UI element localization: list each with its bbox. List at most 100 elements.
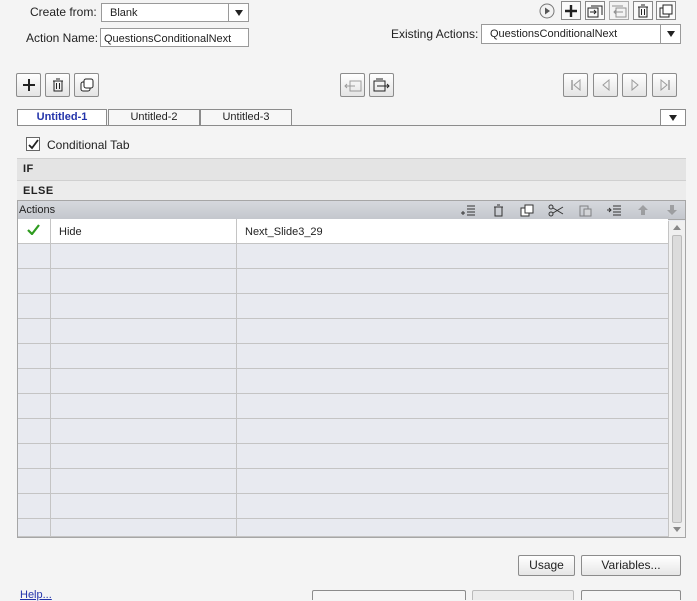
table-row[interactable] — [18, 369, 668, 394]
delete-tab-button[interactable] — [45, 73, 70, 97]
insert-below-icon[interactable] — [605, 201, 623, 219]
action-name-label: Action Name: — [26, 31, 99, 45]
row-action-cell[interactable] — [51, 269, 237, 293]
row-target-cell[interactable]: Next_Slide3_29 — [237, 219, 668, 243]
table-row[interactable] — [18, 319, 668, 344]
table-row[interactable] — [18, 269, 668, 294]
row-action-cell[interactable] — [51, 369, 237, 393]
table-row[interactable] — [18, 419, 668, 444]
table-row[interactable] — [18, 519, 668, 537]
scroll-thumb[interactable] — [672, 235, 682, 523]
row-action-cell[interactable] — [51, 494, 237, 518]
footer-button-2[interactable] — [472, 590, 574, 600]
chevron-down-icon — [669, 114, 677, 121]
row-action-cell[interactable]: Hide — [51, 219, 237, 243]
row-target-cell[interactable] — [237, 419, 668, 443]
row-status-cell — [18, 469, 51, 493]
row-action-cell[interactable] — [51, 419, 237, 443]
table-row[interactable]: Hide Next_Slide3_29 — [18, 219, 668, 244]
table-row[interactable] — [18, 394, 668, 419]
table-row[interactable] — [18, 244, 668, 269]
tab-untitled-1[interactable]: Untitled-1 — [17, 109, 107, 126]
create-from-value: Blank — [110, 7, 138, 19]
if-section[interactable]: IF — [17, 158, 686, 180]
row-action-cell[interactable] — [51, 469, 237, 493]
table-row[interactable] — [18, 494, 668, 519]
table-row[interactable] — [18, 444, 668, 469]
action-name-input[interactable]: QuestionsConditionalNext — [100, 28, 249, 47]
row-action-cell[interactable] — [51, 344, 237, 368]
duplicate-icon[interactable] — [656, 1, 676, 20]
move-down-icon[interactable] — [663, 201, 681, 219]
row-target-cell[interactable] — [237, 519, 668, 536]
first-icon — [570, 79, 580, 91]
chevron-down-icon — [660, 25, 680, 43]
import-icon[interactable] — [609, 1, 629, 20]
table-row[interactable] — [18, 294, 668, 319]
copy-action-icon[interactable] — [518, 201, 536, 219]
tab-untitled-2[interactable]: Untitled-2 — [108, 109, 200, 126]
row-target-cell[interactable] — [237, 244, 668, 268]
row-action-cell[interactable] — [51, 244, 237, 268]
row-action-cell[interactable] — [51, 519, 237, 536]
first-tab-button[interactable] — [563, 73, 588, 97]
row-status-cell — [18, 419, 51, 443]
insert-action-icon[interactable] — [459, 201, 477, 219]
tab-untitled-3[interactable]: Untitled-3 — [200, 109, 292, 126]
preview-icon[interactable] — [538, 2, 556, 20]
add-icon[interactable] — [561, 1, 581, 20]
row-status-cell — [18, 269, 51, 293]
row-target-cell[interactable] — [237, 319, 668, 343]
actions-header-label: Actions — [19, 204, 56, 216]
variables-button[interactable]: Variables... — [581, 555, 681, 576]
scroll-up-icon[interactable] — [673, 225, 681, 230]
row-action-cell[interactable] — [51, 394, 237, 418]
row-target-cell[interactable] — [237, 344, 668, 368]
actions-header: Actions — [18, 201, 685, 220]
copy-tab-button[interactable] — [74, 73, 99, 97]
delete-action-icon[interactable] — [489, 201, 507, 219]
delete-icon[interactable] — [633, 1, 653, 20]
row-status-cell — [18, 219, 51, 243]
else-label: ELSE — [23, 185, 54, 197]
last-icon — [660, 79, 670, 91]
row-target-cell[interactable] — [237, 369, 668, 393]
delete-icon — [52, 78, 63, 92]
save-as-icon[interactable] — [585, 1, 605, 20]
add-tab-button[interactable] — [16, 73, 41, 97]
row-status-cell — [18, 394, 51, 418]
row-action-cell[interactable] — [51, 319, 237, 343]
cut-icon[interactable] — [547, 201, 565, 219]
else-section[interactable]: ELSE — [17, 180, 686, 200]
export-tab-button[interactable] — [369, 73, 394, 97]
help-link[interactable]: Help... — [20, 589, 52, 601]
table-row[interactable] — [18, 344, 668, 369]
row-action-cell[interactable] — [51, 444, 237, 468]
row-target-cell[interactable] — [237, 269, 668, 293]
table-row[interactable] — [18, 469, 668, 494]
move-up-icon[interactable] — [634, 201, 652, 219]
prev-tab-button[interactable] — [593, 73, 618, 97]
footer-button-3[interactable] — [581, 590, 681, 600]
usage-button[interactable]: Usage — [518, 555, 575, 576]
row-target-cell[interactable] — [237, 444, 668, 468]
add-icon — [22, 79, 35, 91]
actions-scrollbar[interactable] — [668, 221, 685, 537]
footer-button-1[interactable] — [312, 590, 466, 600]
row-action-cell[interactable] — [51, 294, 237, 318]
create-from-select[interactable]: Blank — [101, 3, 249, 22]
scroll-down-icon[interactable] — [673, 527, 681, 532]
conditional-checkbox[interactable] — [26, 137, 40, 151]
existing-actions-select[interactable]: QuestionsConditionalNext — [481, 24, 681, 44]
import-tab-button[interactable] — [340, 73, 365, 97]
row-status-cell — [18, 319, 51, 343]
next-tab-button[interactable] — [622, 73, 647, 97]
last-tab-button[interactable] — [652, 73, 677, 97]
row-target-cell[interactable] — [237, 494, 668, 518]
tab-menu-button[interactable] — [660, 109, 686, 126]
row-target-cell[interactable] — [237, 294, 668, 318]
row-target-cell[interactable] — [237, 394, 668, 418]
row-target-cell[interactable] — [237, 469, 668, 493]
if-label: IF — [23, 163, 34, 175]
paste-icon[interactable] — [576, 201, 594, 219]
